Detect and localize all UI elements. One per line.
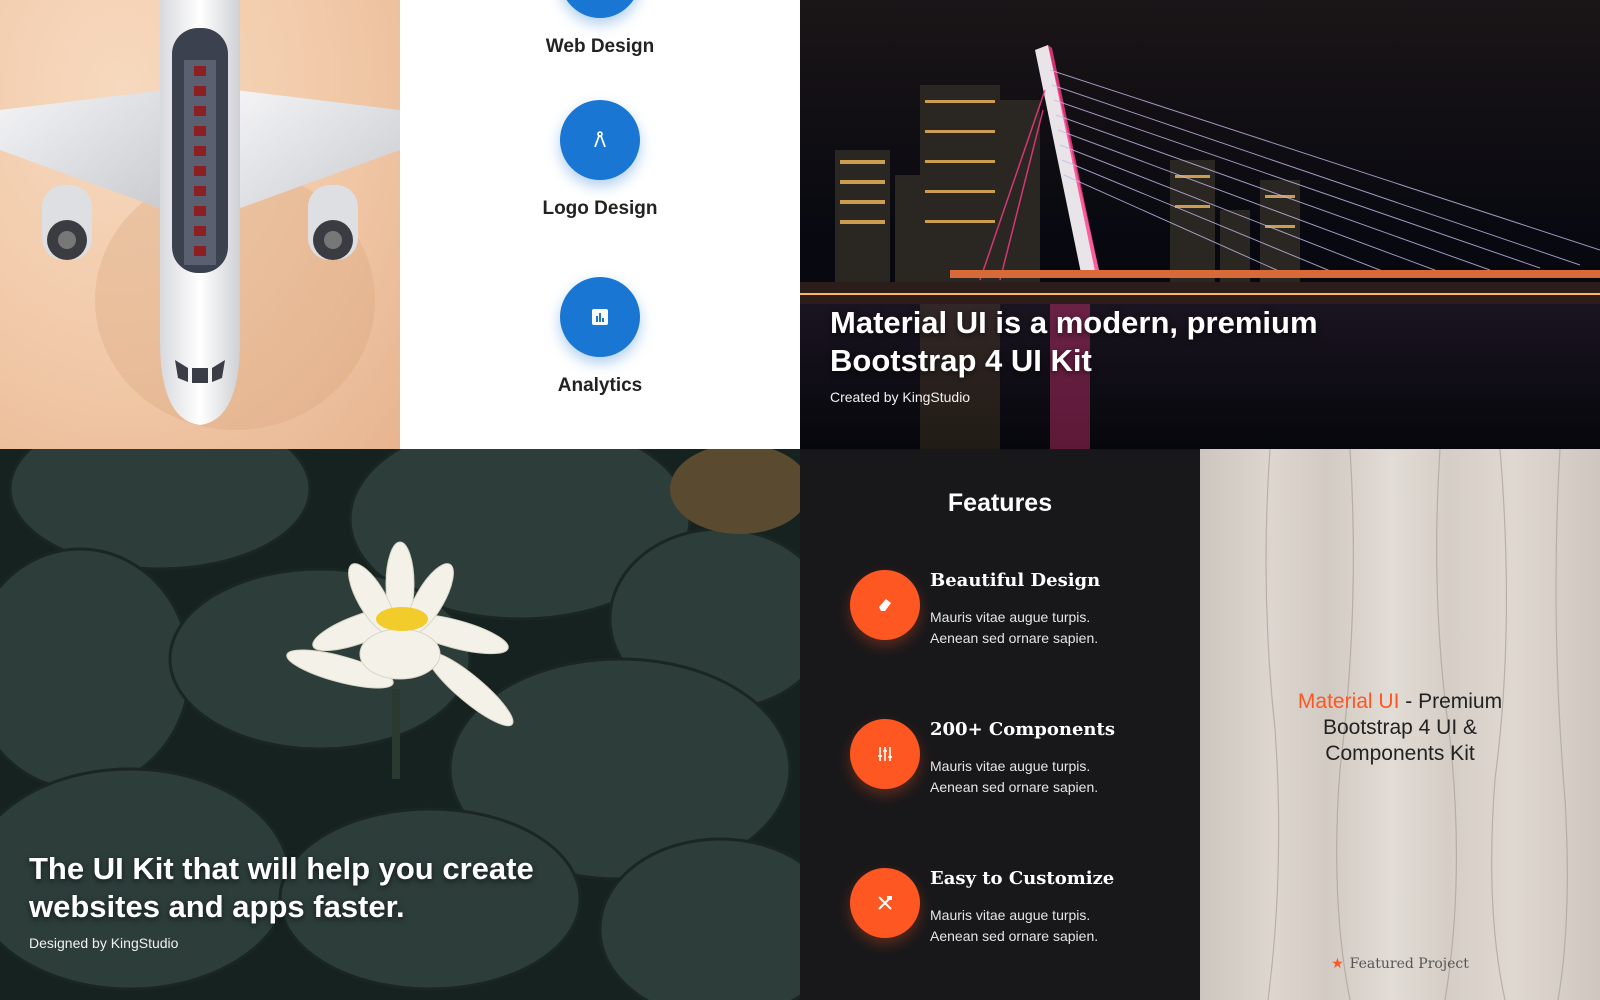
star-icon: ★ xyxy=(1331,956,1344,972)
service-analytics[interactable]: Analytics xyxy=(400,277,800,397)
feature-description: Mauris vitae augue turpis. Aenean sed or… xyxy=(930,905,1190,947)
feature-description-line1: Mauris vitae augue turpis. xyxy=(930,907,1091,923)
feature-title: 200+ Components xyxy=(930,719,1115,740)
tools-icon xyxy=(850,868,920,938)
title-text-part: - Premium xyxy=(1399,690,1503,713)
feature-description-line2: Aenean sed ornare sapien. xyxy=(930,928,1099,944)
feature-description-line2: Aenean sed ornare sapien. xyxy=(930,630,1099,646)
features-title: Features xyxy=(947,489,1053,517)
bridge-hero-title: Material UI is a modern, premium Bootstr… xyxy=(830,304,1318,380)
feature-description: Mauris vitae augue turpis. Aenean sed or… xyxy=(930,756,1190,798)
featured-project-card[interactable]: Material UI - Premium Bootstrap 4 UI & C… xyxy=(1200,449,1600,1000)
analytics-icon xyxy=(560,277,640,357)
service-label: Web Design xyxy=(545,36,655,57)
feature-title: Beautiful Design xyxy=(930,570,1101,591)
featured-project-label: Featured Project xyxy=(1349,956,1469,972)
featured-project-badge: ★ Featured Project xyxy=(1200,956,1600,972)
feature-description-line2: Aenean sed ornare sapien. xyxy=(930,779,1099,795)
lily-hero-card[interactable]: The UI Kit that will help you create web… xyxy=(0,449,800,1000)
web-design-icon xyxy=(560,0,640,18)
bridge-hero-title-line2: Bootstrap 4 UI Kit xyxy=(830,343,1092,378)
night-bridge-image xyxy=(800,0,1600,449)
features-panel: Features Beautiful Design Mauris vitae a… xyxy=(800,449,1200,1000)
title-text-line3: Components Kit xyxy=(1325,742,1475,765)
bridge-hero-title-line1: Material UI is a modern, premium xyxy=(830,305,1318,340)
feature-title: Easy to Customize xyxy=(930,868,1115,889)
feature-description-line1: Mauris vitae augue turpis. xyxy=(930,609,1091,625)
feature-description: Mauris vitae augue turpis. Aenean sed or… xyxy=(930,607,1190,649)
eraser-icon xyxy=(850,570,920,640)
airplane-image-tile xyxy=(0,0,400,449)
service-logo-design[interactable]: Logo Design xyxy=(400,100,800,220)
lily-hero-title-line1: The UI Kit that will help you create xyxy=(29,851,534,886)
service-label: Analytics xyxy=(557,375,643,396)
featured-project-title: Material UI - Premium Bootstrap 4 UI & C… xyxy=(1250,689,1550,767)
compass-icon xyxy=(560,100,640,180)
lily-hero-title-line2: websites and apps faster. xyxy=(29,889,405,924)
services-panel: Web Design Logo Design Analytics xyxy=(400,0,800,449)
bridge-hero-card[interactable]: Material UI is a modern, premium Bootstr… xyxy=(800,0,1600,449)
service-web-design[interactable]: Web Design xyxy=(400,0,800,58)
airplane-illustration xyxy=(0,0,400,430)
title-text-line2: Bootstrap 4 UI & xyxy=(1322,716,1478,739)
lily-hero-title: The UI Kit that will help you create web… xyxy=(29,850,534,926)
service-label: Logo Design xyxy=(542,198,658,219)
bridge-hero-subtitle: Created by KingStudio xyxy=(830,389,971,405)
brand-accent-text: Material UI xyxy=(1297,690,1400,713)
feature-description-line1: Mauris vitae augue turpis. xyxy=(930,758,1091,774)
lily-hero-subtitle: Designed by KingStudio xyxy=(29,935,179,951)
sliders-icon xyxy=(850,719,920,789)
